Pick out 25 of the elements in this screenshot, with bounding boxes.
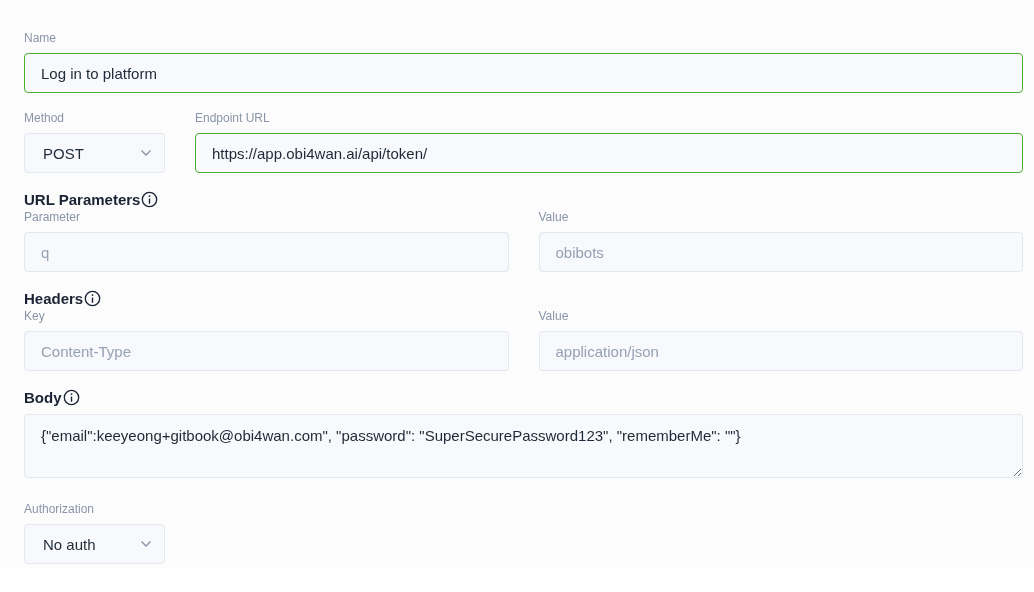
section-title: Headers [24,290,84,307]
info-icon[interactable] [141,191,159,208]
field-label: Authorization [24,502,96,516]
field-label: Key [24,309,46,323]
header-key-field[interactable]: Content-Type [24,331,509,371]
header-value-field[interactable]: application/json [538,331,1023,371]
method-select[interactable]: POST [24,133,165,173]
field-label: Method [24,111,66,125]
info-icon[interactable] [84,290,102,307]
chevron-down-icon [140,540,152,548]
info-icon[interactable] [62,389,80,406]
name-field[interactable]: Log in to platform [24,53,1023,93]
authorization-select[interactable]: No auth [24,524,165,564]
section-title: URL Parameters [24,191,141,208]
field-label: Value [538,309,570,323]
parameter-value-field[interactable]: obibots [538,232,1023,272]
field-label: Name [24,31,57,45]
field-label: Value [538,210,570,224]
section-title: Body [24,389,62,406]
field-label: Endpoint URL [195,111,271,125]
field-label: Parameter [24,210,82,224]
endpoint-url-field[interactable]: https://app.obi4wan.ai/api/token/ [195,133,1023,173]
body-field[interactable]: {"email":keeyeong+gitbook@obi4wan.com", "password": "SuperSecurePassword123", "rememberMe": ""} [24,414,1023,478]
parameter-key-field[interactable]: q [24,232,509,272]
chevron-down-icon [140,149,152,157]
